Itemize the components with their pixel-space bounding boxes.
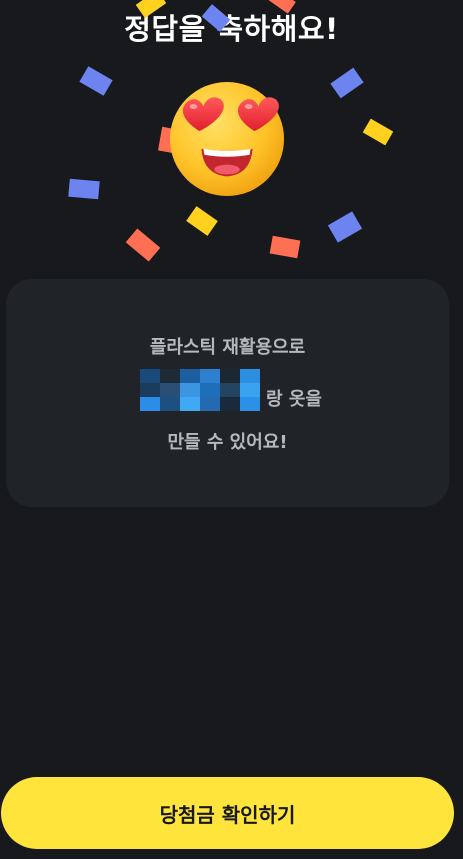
confetti-piece <box>362 118 394 146</box>
quiz-result-screen: 정답을 축하해요! 플라스틱 재활용으로 랑 옷을 만들 수 있어요! 당첨금 … <box>0 0 463 859</box>
heart-eyes-emoji-icon <box>169 81 285 197</box>
result-text-line-2: 랑 옷을 <box>140 365 322 411</box>
check-prize-button[interactable]: 당첨금 확인하기 <box>1 777 454 849</box>
result-text-line-1: 플라스틱 재활용으로 <box>149 337 306 358</box>
redacted-word-mosaic <box>140 369 260 411</box>
confetti-piece <box>125 228 161 262</box>
confetti-piece <box>68 178 100 200</box>
confetti-piece <box>327 211 363 243</box>
confetti-piece <box>330 67 364 99</box>
result-text-line-2-suffix: 랑 옷을 <box>266 389 322 410</box>
page-title: 정답을 축하해요! <box>124 12 339 46</box>
result-card: 플라스틱 재활용으로 랑 옷을 만들 수 있어요! <box>6 279 449 507</box>
confetti-piece <box>269 235 301 259</box>
confetti-piece <box>79 66 113 96</box>
confetti-piece <box>186 206 218 236</box>
result-text-line-3: 만들 수 있어요! <box>167 432 288 453</box>
